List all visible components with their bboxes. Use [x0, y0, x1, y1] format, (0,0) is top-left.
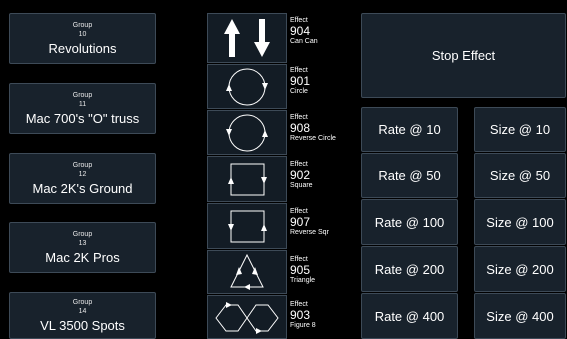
group-type-label: Group	[72, 230, 93, 238]
rate-label: Rate @ 100	[374, 214, 445, 230]
group-type-label: Group	[72, 91, 93, 99]
size-10-button[interactable]: Size @ 10	[474, 107, 566, 152]
effect-button-905[interactable]	[207, 250, 287, 294]
group-name: Mac 700's "O" truss	[25, 110, 140, 126]
effect-label-908: Effect 908 Reverse Circle	[290, 114, 358, 143]
size-400-button[interactable]: Size @ 400	[474, 293, 566, 339]
rate-200-button[interactable]: Rate @ 200	[361, 246, 458, 292]
group-type-label: Group	[72, 298, 93, 306]
size-200-button[interactable]: Size @ 200	[474, 246, 566, 292]
group-button-14[interactable]: Group 14 VL 3500 Spots	[9, 292, 156, 339]
rate-10-button[interactable]: Rate @ 10	[361, 107, 458, 152]
figure-8-icon	[215, 302, 279, 334]
effect-button-904[interactable]	[207, 13, 287, 63]
effect-number: 902	[290, 168, 311, 182]
effect-label-903: Effect 903 Figure 8	[290, 301, 358, 330]
effect-button-903[interactable]	[207, 295, 287, 339]
effect-name: Reverse Circle	[290, 135, 336, 142]
effect-name: Triangle	[290, 277, 316, 284]
group-number: 10	[78, 30, 87, 38]
effect-number: 905	[290, 263, 311, 277]
rate-100-button[interactable]: Rate @ 100	[361, 199, 458, 245]
stop-effect-button[interactable]: Stop Effect	[361, 13, 566, 98]
size-50-button[interactable]: Size @ 50	[474, 153, 566, 198]
rate-label: Rate @ 50	[378, 168, 441, 183]
reverse-circle-icon	[226, 114, 268, 152]
group-button-11[interactable]: Group 11 Mac 700's "O" truss	[9, 83, 156, 134]
group-type-label: Group	[72, 161, 93, 169]
effect-button-907[interactable]	[207, 203, 287, 249]
circle-icon	[226, 68, 268, 106]
rate-400-button[interactable]: Rate @ 400	[361, 293, 458, 339]
group-button-12[interactable]: Group 12 Mac 2K's Ground	[9, 153, 156, 204]
square-icon	[228, 163, 267, 196]
size-label: Size @ 200	[486, 261, 554, 277]
effect-label-901: Effect 901 Circle	[290, 67, 358, 96]
effect-number: 904	[290, 24, 311, 38]
up-down-arrows-icon	[224, 19, 270, 57]
group-type-label: Group	[72, 21, 93, 29]
group-number: 12	[78, 170, 87, 178]
stop-effect-label: Stop Effect	[431, 48, 496, 63]
group-button-13[interactable]: Group 13 Mac 2K Pros	[9, 222, 156, 273]
group-name: Revolutions	[48, 40, 117, 56]
effect-name: Circle	[290, 88, 308, 95]
effect-number: 901	[290, 74, 311, 88]
effect-name: Figure 8	[290, 322, 316, 329]
rate-label: Rate @ 400	[374, 308, 445, 324]
effect-label-907: Effect 907 Reverse Sqr	[290, 208, 358, 237]
size-100-button[interactable]: Size @ 100	[474, 199, 566, 245]
effect-button-908[interactable]	[207, 110, 287, 155]
group-name: Mac 2K's Ground	[32, 180, 133, 196]
effect-label-905: Effect 905 Triangle	[290, 256, 358, 285]
group-number: 11	[78, 100, 87, 108]
group-name: Mac 2K Pros	[45, 249, 120, 265]
effect-button-901[interactable]	[207, 64, 287, 109]
rate-label: Rate @ 200	[374, 261, 445, 277]
rate-50-button[interactable]: Rate @ 50	[361, 153, 458, 198]
effect-label-904: Effect 904 Can Can	[290, 17, 358, 46]
size-label: Size @ 400	[486, 308, 554, 324]
size-label: Size @ 100	[486, 214, 554, 230]
group-button-10[interactable]: Group 10 Revolutions	[9, 13, 156, 64]
group-number: 13	[78, 239, 87, 247]
size-label: Size @ 10	[489, 122, 551, 137]
effect-name: Square	[290, 182, 313, 189]
reverse-square-icon	[228, 210, 267, 243]
group-number: 14	[78, 307, 87, 315]
triangle-icon	[230, 253, 264, 290]
effect-number: 907	[290, 215, 311, 229]
effect-name: Can Can	[290, 38, 318, 45]
rate-label: Rate @ 10	[378, 122, 441, 137]
group-name: VL 3500 Spots	[40, 317, 125, 333]
effect-number: 903	[290, 308, 311, 322]
effect-name: Reverse Sqr	[290, 229, 329, 236]
effect-button-902[interactable]	[207, 156, 287, 202]
effect-label-902: Effect 902 Square	[290, 161, 358, 190]
size-label: Size @ 50	[489, 168, 551, 183]
effect-number: 908	[290, 121, 311, 135]
